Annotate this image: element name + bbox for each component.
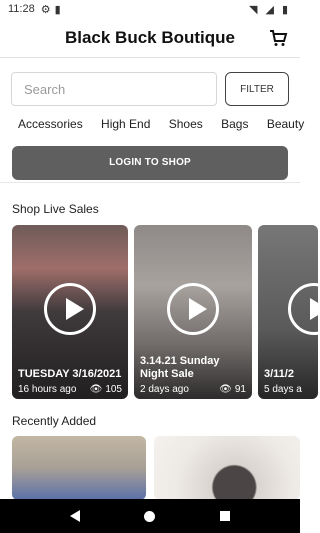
home-icon[interactable] [144, 510, 156, 522]
play-icon[interactable] [44, 283, 96, 335]
views-count: 👁 91 [219, 384, 246, 395]
views-count: 👁 105 [90, 384, 122, 395]
status-time: 11:28 [8, 3, 35, 15]
category-shoes[interactable]: Shoes [169, 117, 203, 131]
app-title: Black Buck Boutique [64, 28, 236, 47]
category-accessories[interactable]: Accessories [18, 117, 83, 131]
eye-icon: 👁 [219, 384, 232, 395]
filter-button[interactable]: FILTER [225, 72, 289, 106]
signal-icon: ◢ [265, 3, 274, 16]
login-to-shop-button[interactable]: LOGIN TO SHOP [12, 146, 288, 180]
wifi-icon: ◥ [249, 3, 258, 16]
live-sales-carousel[interactable]: TUESDAY 3/16/2021 16 hours ago 👁 105 3.1… [12, 225, 318, 399]
live-sale-title: TUESDAY 3/16/2021 [18, 368, 122, 380]
category-bags[interactable]: Bags [221, 117, 248, 131]
product-card[interactable] [12, 436, 146, 500]
battery-icon: ▮ [281, 3, 288, 16]
live-sale-card[interactable]: 3/11/2 5 days a [258, 225, 318, 399]
category-list: Accessories High End Shoes Bags Beauty [18, 117, 318, 135]
live-sale-title: 3.14.21 Sunday Night Sale [140, 355, 220, 380]
gear-icon: ⚙ [40, 3, 51, 16]
search-row: FILTER [11, 72, 289, 106]
live-sale-card[interactable]: TUESDAY 3/16/2021 16 hours ago 👁 105 [12, 225, 128, 399]
play-icon[interactable] [167, 283, 219, 335]
section-divider [0, 182, 300, 183]
sim-icon: ▮ [54, 3, 61, 16]
live-sale-meta: 2 days ago 👁 91 [140, 384, 246, 395]
live-sale-meta: 5 days a [264, 384, 312, 395]
category-high-end[interactable]: High End [101, 117, 150, 131]
shop-live-sales-title: Shop Live Sales [12, 202, 99, 216]
android-nav-bar [0, 499, 300, 533]
live-sale-time: 16 hours ago [18, 384, 77, 395]
play-icon[interactable] [288, 283, 318, 335]
search-input[interactable] [11, 72, 217, 106]
status-bar: 11:28 ⚙ ▮ ◥ ◢ ▮ [0, 0, 300, 18]
recents-icon[interactable] [219, 511, 230, 521]
views-value: 91 [234, 384, 246, 395]
back-icon[interactable] [70, 510, 81, 522]
live-sale-time: 5 days a [264, 384, 302, 395]
recently-added-list[interactable] [12, 436, 312, 500]
recently-added-title: Recently Added [12, 414, 97, 428]
category-beauty[interactable]: Beauty [267, 117, 304, 131]
app-header: Black Buck Boutique [0, 18, 300, 58]
live-sale-title: 3/11/2 [264, 368, 294, 380]
product-card[interactable] [154, 436, 300, 500]
live-sale-card[interactable]: 3.14.21 Sunday Night Sale 2 days ago 👁 9… [134, 225, 252, 399]
eye-icon: 👁 [89, 384, 103, 395]
live-sale-time: 2 days ago [140, 384, 189, 395]
cart-icon[interactable] [268, 28, 288, 48]
live-sale-meta: 16 hours ago 👁 105 [18, 384, 122, 395]
views-value: 105 [105, 384, 122, 395]
